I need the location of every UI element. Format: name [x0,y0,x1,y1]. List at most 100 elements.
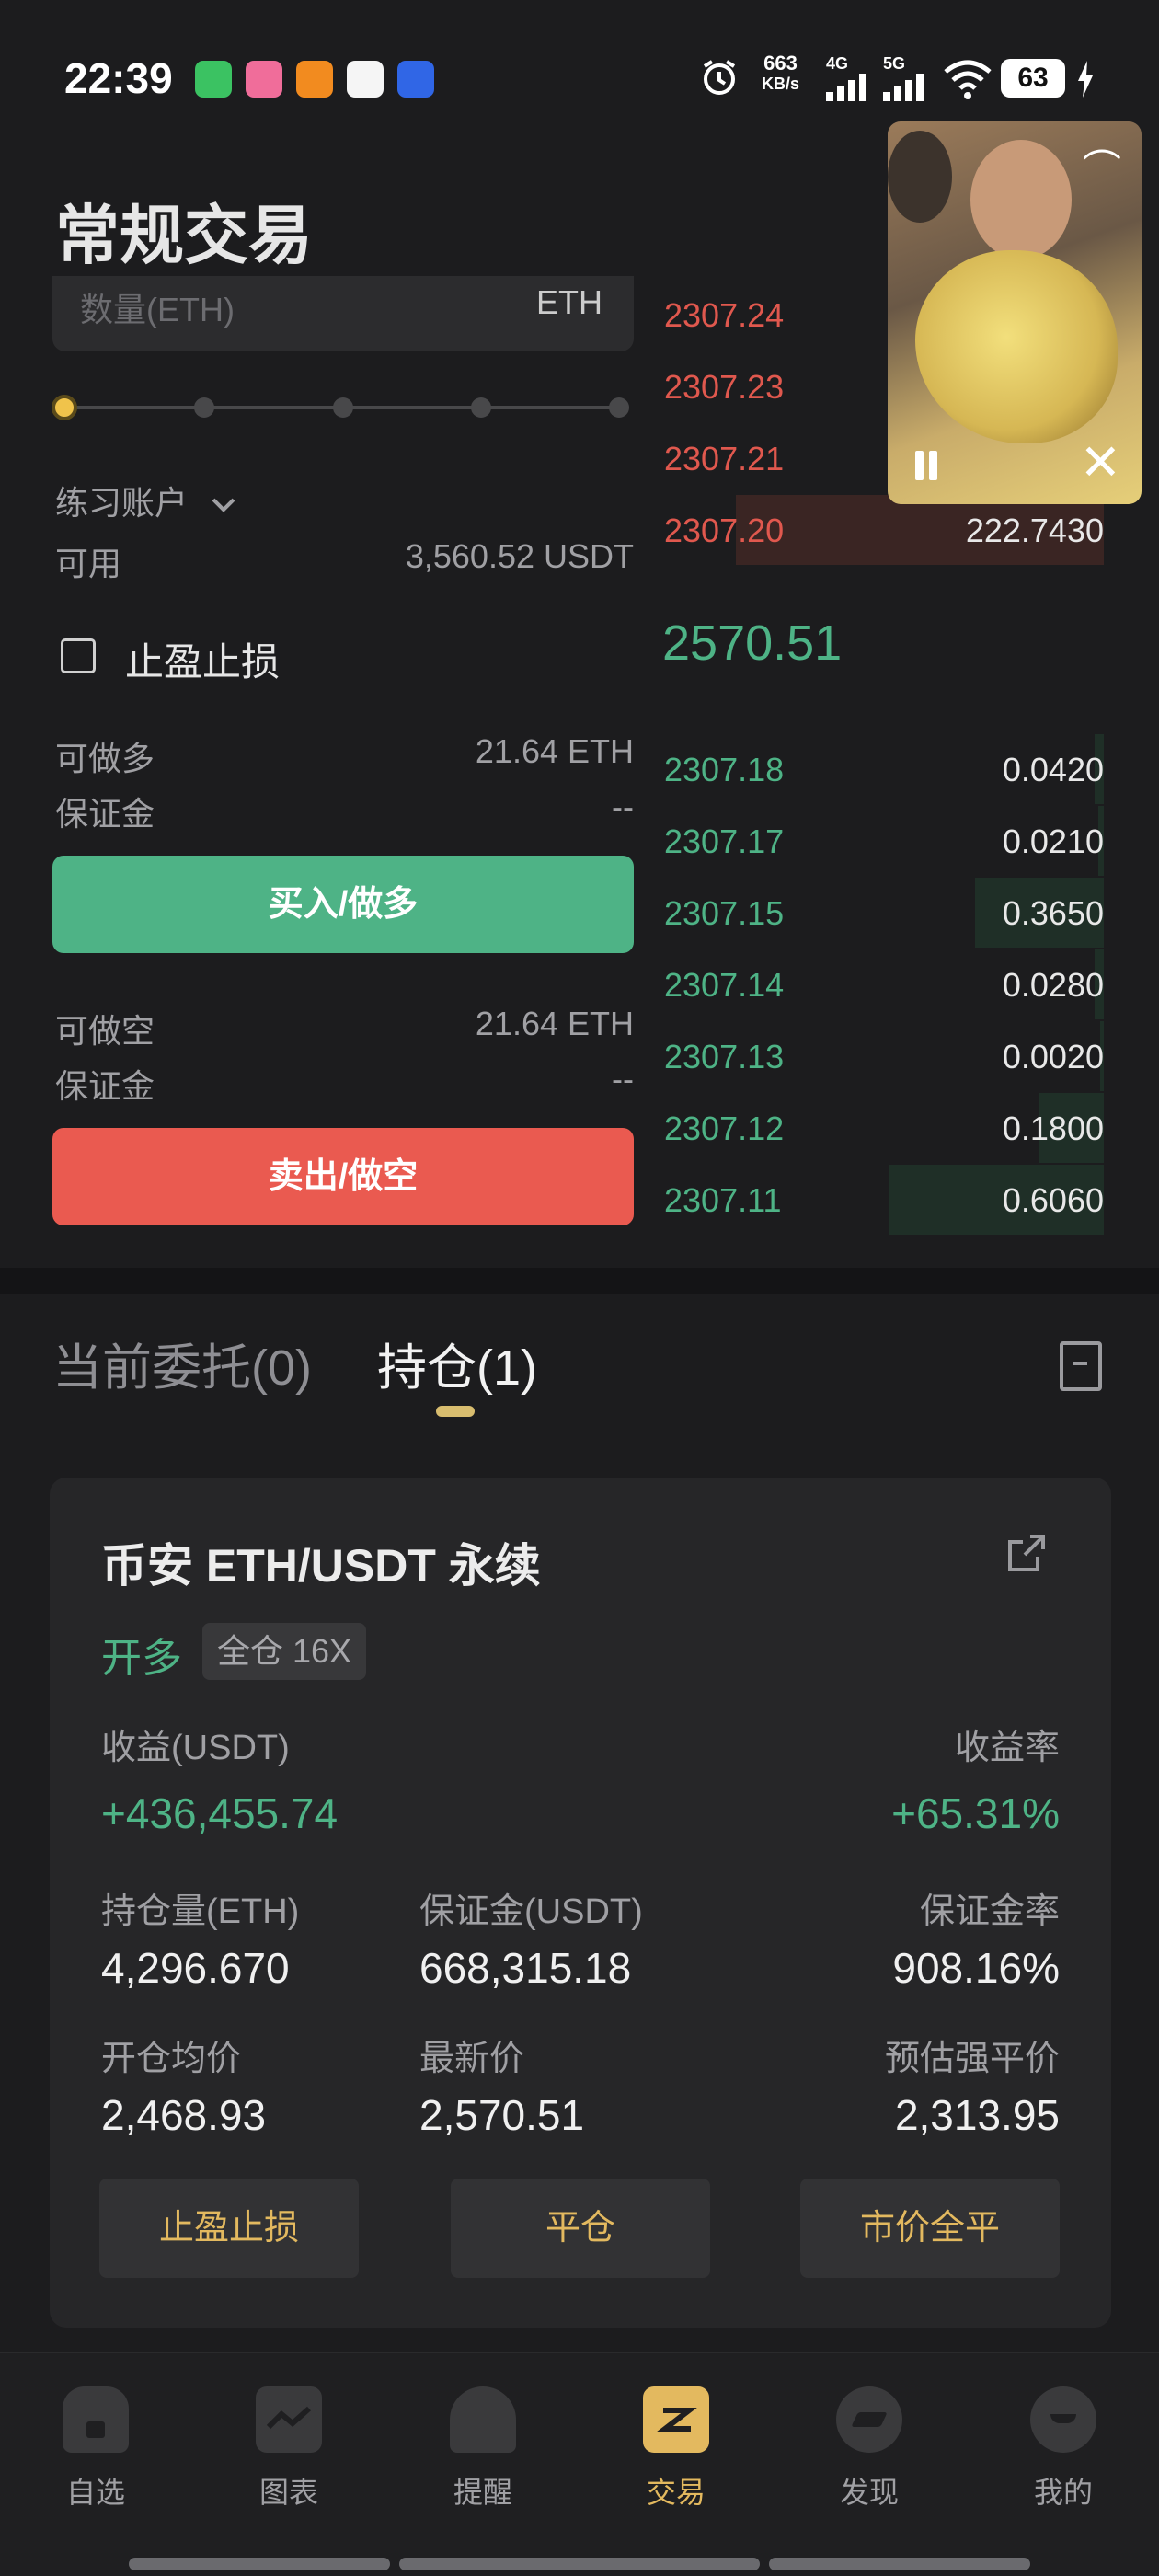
wechat-icon [195,61,232,98]
last-price[interactable]: 2570.51 [662,615,842,672]
bilibili-icon [246,61,282,98]
signal-5g: 5G [883,53,925,105]
floating-video-player[interactable]: ⌒ ✕ [888,121,1142,504]
long-margin-label: 保证金 [55,795,155,833]
market-close-all-button[interactable]: 市价全平 [800,2179,1060,2278]
liq-price-label: 预估强平价 [884,2040,1060,2078]
bid-price: 2307.18 [664,751,785,788]
bid-price: 2307.13 [664,1038,785,1075]
bid-price: 2307.15 [664,894,785,932]
bid-amount: 0.1800 [1002,1110,1104,1147]
nav-label: 图表 [258,2476,318,2509]
bid-row[interactable]: 2307.15 0.3650 [662,878,1104,948]
amount-slider-thumb[interactable] [52,395,77,420]
signal-5g-icon [883,74,924,101]
nav-label: 提醒 [453,2476,512,2509]
bid-amount: 0.6060 [1002,1181,1104,1219]
close-position-button[interactable]: 平仓 [451,2179,710,2278]
sl-tp-label[interactable]: 止盈止损 [125,631,280,687]
long-capacity-value: 21.64 ETH [475,732,634,770]
charging-icon [1078,61,1093,98]
video-frame-shape [915,250,1118,443]
long-capacity-label: 可做多 [55,740,155,777]
margin-rate-value: 908.16% [892,1944,1060,1992]
slider-stop-75[interactable] [471,397,491,418]
browser-app-icon [397,61,434,98]
bid-row[interactable]: 2307.14 0.0280 [662,949,1104,1019]
account-label: 练习账户 [55,484,189,522]
margin-mode-tag: 全仓 16X [202,1623,367,1680]
bid-price: 2307.11 [664,1181,782,1219]
slider-stop-100[interactable] [609,397,629,418]
mark-price-value: 2,570.51 [419,2091,585,2139]
nav-item-alerts[interactable]: 提醒 [409,2386,557,2512]
quantity-input[interactable]: 数量(ETH) ETH [52,276,634,351]
bid-amount: 0.0420 [1002,751,1104,788]
size-label: 持仓量(ETH) [101,1892,300,1931]
bid-price: 2307.17 [664,822,785,860]
ask-price: 2307.20 [664,512,785,549]
sl-tp-checkbox[interactable] [61,638,96,673]
bid-row[interactable]: 2307.11 0.6060 [662,1165,1104,1235]
account-selector[interactable]: 练习账户 [55,477,237,524]
entry-price-label: 开仓均价 [101,2040,242,2078]
nav-item-profile[interactable]: 我的 [990,2386,1137,2512]
margin-value: 668,315.18 [419,1944,632,1992]
long-margin-value: -- [612,788,634,825]
chevron-down-icon [212,498,235,512]
section-divider [0,1268,1159,1294]
buy-long-button[interactable]: 买入/做多 [52,856,634,953]
nav-item-chart[interactable]: 图表 [215,2386,362,2512]
battery-indicator: 63 [1001,59,1065,98]
sell-short-button[interactable]: 卖出/做空 [52,1128,634,1225]
position-title[interactable]: 币安 ETH/USDT 永续 [101,1529,541,1595]
ear-icon[interactable]: ⌒ [1083,138,1121,194]
share-external-icon[interactable] [1006,1533,1047,1573]
bid-row[interactable]: 2307.12 0.1800 [662,1093,1104,1163]
ask-price: 2307.24 [664,296,785,334]
margin-rate-label: 保证金率 [919,1892,1060,1931]
nav-item-watchlist[interactable]: 自选 [22,2386,169,2512]
clock: 22:39 [64,54,173,102]
ask-row[interactable]: 2307.20 222.7430 [662,495,1104,565]
roe-label: 收益率 [954,1729,1060,1767]
sl-tp-button[interactable]: 止盈止损 [99,2179,359,2278]
news-app-icon [347,61,384,98]
signal-4g: 4G [826,53,868,105]
bottom-navigation: 自选 图表 提醒 交易 发现 我的 [0,2352,1159,2576]
profile-icon [1030,2386,1096,2453]
pause-icon[interactable] [908,447,945,484]
liq-price-value: 2,313.95 [894,2091,1060,2139]
bid-amount: 0.0020 [1002,1038,1104,1075]
nav-item-discover[interactable]: 发现 [796,2386,943,2512]
wifi-icon [944,60,992,99]
ask-amount: 222.7430 [965,512,1104,549]
nav-label: 发现 [839,2476,899,2509]
ask-price: 2307.23 [664,368,785,406]
tab-positions[interactable]: 持仓(1) [377,1327,537,1399]
available-label: 可用 [55,545,122,582]
nav-item-trade[interactable]: 交易 [602,2386,750,2512]
slider-stop-25[interactable] [194,397,214,418]
net-speed: 663 KB/s [762,52,800,94]
position-side-tag: 开多 [101,1636,182,1681]
bid-row[interactable]: 2307.18 0.0420 [662,734,1104,804]
page-title: 常规交易 [55,200,313,271]
quantity-placeholder: 数量(ETH) [80,291,235,328]
active-tab-indicator [436,1406,475,1417]
close-icon[interactable]: ✕ [1080,438,1121,488]
entry-price-value: 2,468.93 [101,2091,267,2139]
bell-icon [450,2386,516,2453]
bid-row[interactable]: 2307.17 0.0210 [662,806,1104,876]
bid-amount: 0.0280 [1002,966,1104,1004]
tab-open-orders[interactable]: 当前委托(0) [52,1327,312,1399]
alarm-icon [703,60,736,95]
bid-price: 2307.14 [664,966,785,1004]
size-value: 4,296.670 [101,1944,290,1992]
slider-stop-50[interactable] [333,397,353,418]
quantity-unit: ETH [536,283,602,321]
available-value: 3,560.52 USDT [405,537,634,575]
bid-row[interactable]: 2307.13 0.0020 [662,1021,1104,1091]
signal-4g-icon [826,74,866,101]
history-document-icon[interactable] [1060,1341,1102,1391]
